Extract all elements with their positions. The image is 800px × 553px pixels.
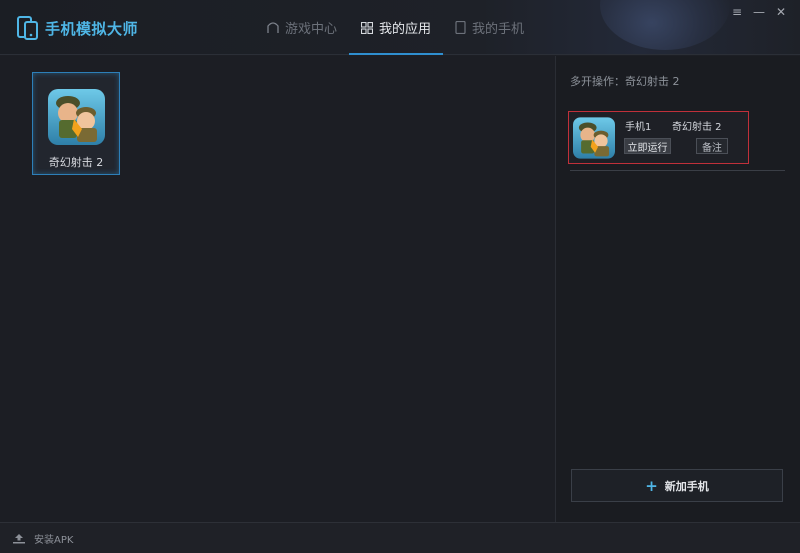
menu-icon[interactable]: ≡ — [726, 4, 748, 20]
my-apps-pane: 奇幻射击 2 — [0, 56, 555, 522]
plus-icon: + — [645, 476, 658, 495]
home-icon — [267, 22, 279, 33]
phone-icon — [455, 21, 466, 34]
phone-card: 手机1 奇幻射击 2 立即运行 备注 — [568, 111, 749, 164]
multi-open-pane: 多开操作：奇幻射击 2 手机1 奇幻射击 2 立即运行 备注 + 新加手机 — [555, 56, 800, 522]
note-button[interactable]: 备注 — [696, 138, 728, 154]
close-icon[interactable]: ✕ — [770, 4, 792, 20]
tab-label: 我的手机 — [472, 22, 525, 37]
grid-icon — [361, 21, 374, 34]
window-controls: ≡ — ✕ — [726, 4, 792, 20]
add-phone-label: 新加手机 — [664, 479, 709, 493]
install-apk-label: 安装APK — [34, 535, 74, 546]
app-logo-icon — [17, 16, 38, 40]
tab-game-center[interactable]: 游戏中心 — [255, 0, 349, 55]
add-phone-button[interactable]: + 新加手机 — [571, 469, 783, 502]
phone-name: 手机1 — [625, 122, 652, 133]
app-name: 奇幻射击 2 — [48, 156, 104, 169]
game-soldier-icon — [48, 89, 105, 145]
phone-app-name: 奇幻射击 2 — [672, 122, 722, 133]
game-soldier-icon — [573, 117, 615, 159]
app-logo: 手机模拟大师 — [16, 15, 138, 41]
multi-open-title: 多开操作：奇幻射击 2 — [570, 75, 680, 88]
tab-label: 游戏中心 — [285, 22, 338, 37]
main-nav: 游戏中心 我的应用 我的手机 — [255, 0, 536, 55]
install-apk-button[interactable]: 安装APK — [12, 531, 73, 546]
tab-my-apps[interactable]: 我的应用 — [349, 0, 444, 55]
app-title: 手机模拟大师 — [45, 19, 139, 38]
run-now-button[interactable]: 立即运行 — [624, 138, 671, 154]
minimize-icon[interactable]: — — [748, 4, 770, 20]
divider — [570, 170, 785, 171]
status-bar: 安装APK — [0, 522, 800, 553]
title-bar: 手机模拟大师 游戏中心 我的应用 我的手机 ≡ — ✕ — [0, 0, 800, 55]
tab-my-phone[interactable]: 我的手机 — [443, 0, 536, 55]
upload-icon — [13, 534, 25, 544]
tab-label: 我的应用 — [379, 22, 432, 37]
header-background-planet — [600, 0, 730, 50]
app-tile[interactable]: 奇幻射击 2 — [32, 72, 120, 175]
